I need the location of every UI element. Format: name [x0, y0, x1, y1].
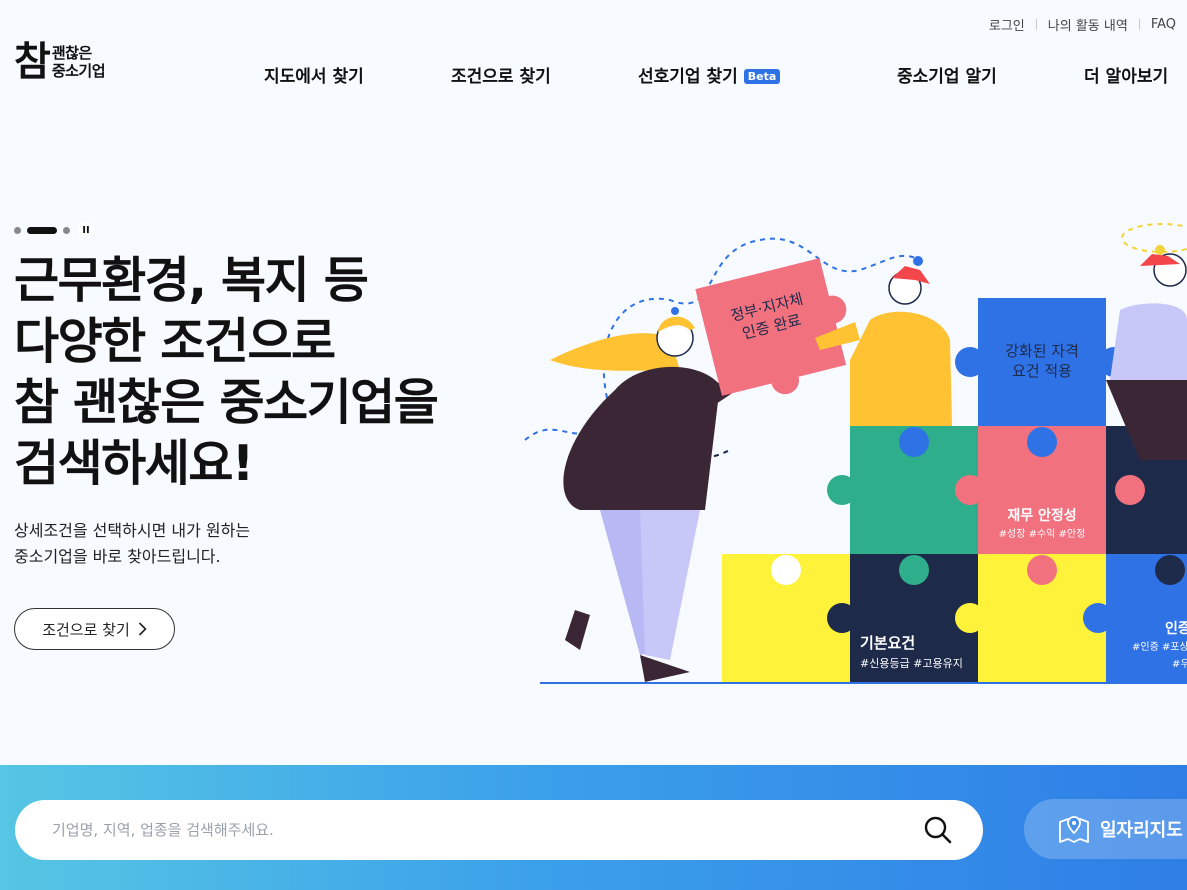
- map-pin-icon: [1059, 816, 1089, 843]
- job-map-button[interactable]: 일자리지도: [1024, 799, 1187, 859]
- search-icon[interactable]: [923, 815, 953, 845]
- pause-button[interactable]: II: [78, 222, 94, 238]
- search-bar: [15, 800, 983, 860]
- logo-line1: 괜찮은: [51, 44, 92, 62]
- search-input[interactable]: [50, 820, 894, 840]
- slide-dot[interactable]: [63, 226, 70, 234]
- piece-tags: #신용등급 #고용유지: [860, 657, 963, 670]
- nav-condition-search[interactable]: 조건으로 찾기: [451, 62, 551, 87]
- piece-label: 재무 안정성: [1007, 507, 1076, 524]
- hero-illustration: 강화된 자격 요건 적용 재무 안정성 #성장 #수익 #안정 기본요건 #신용…: [524, 223, 1187, 684]
- hero-headline: 근무환경, 복지 등 다양한 조건으로 참 괜찮은 중소기업을 검색하세요!: [14, 250, 439, 494]
- slide-dot[interactable]: [14, 226, 21, 234]
- main-nav: 지도에서 찾기 조건으로 찾기 선호기업 찾기 Beta 중소기업 알기 더 알아…: [0, 62, 1187, 88]
- piece-tags: #인증 #포상: [1132, 641, 1187, 653]
- slide-dot-active[interactable]: [27, 226, 57, 234]
- piece-label: 요건 적용: [1012, 362, 1072, 380]
- my-activity-link[interactable]: 나의 활동 내역: [1037, 15, 1139, 34]
- headline-line: 다양한 조건으로: [14, 313, 336, 370]
- utility-nav: 로그인 나의 활동 내역 FAQ: [978, 14, 1187, 34]
- nav-more[interactable]: 더 알아보기: [1084, 62, 1168, 87]
- piece-label: 기본요건: [860, 634, 915, 652]
- piece-label: 강화된 자격: [1005, 342, 1079, 360]
- headline-line: 참 괜찮은 중소기업을: [14, 374, 439, 431]
- faq-link[interactable]: FAQ: [1140, 17, 1187, 32]
- job-map-label: 일자리지도: [1100, 820, 1183, 841]
- hero-subtext: 상세조건을 선택하시면 내가 원하는 중소기업을 바로 찾아드립니다.: [14, 518, 250, 570]
- piece-label: 인증: [1165, 620, 1187, 637]
- subtext-line: 상세조건을 선택하시면 내가 원하는: [14, 521, 251, 540]
- nav-map-search[interactable]: 지도에서 찾기: [264, 62, 364, 87]
- nav-preferred-company[interactable]: 선호기업 찾기 Beta: [638, 62, 781, 87]
- headline-line: 검색하세요!: [14, 435, 254, 492]
- headline-line: 근무환경, 복지 등: [14, 252, 369, 309]
- nav-preferred-label: 선호기업 찾기: [638, 67, 738, 87]
- chevron-right-icon: [138, 622, 147, 636]
- slider-indicator: II: [14, 222, 94, 238]
- subtext-line: 중소기업을 바로 찾아드립니다.: [14, 547, 221, 566]
- nav-learn-sme[interactable]: 중소기업 알기: [897, 62, 997, 87]
- piece-tags: #우: [1172, 658, 1187, 670]
- login-link[interactable]: 로그인: [978, 15, 1036, 34]
- piece-tags: #성장 #수익 #안정: [999, 528, 1086, 540]
- condition-search-button[interactable]: 조건으로 찾기: [14, 608, 175, 650]
- beta-badge: Beta: [743, 69, 781, 84]
- cta-label: 조건으로 찾기: [42, 620, 130, 639]
